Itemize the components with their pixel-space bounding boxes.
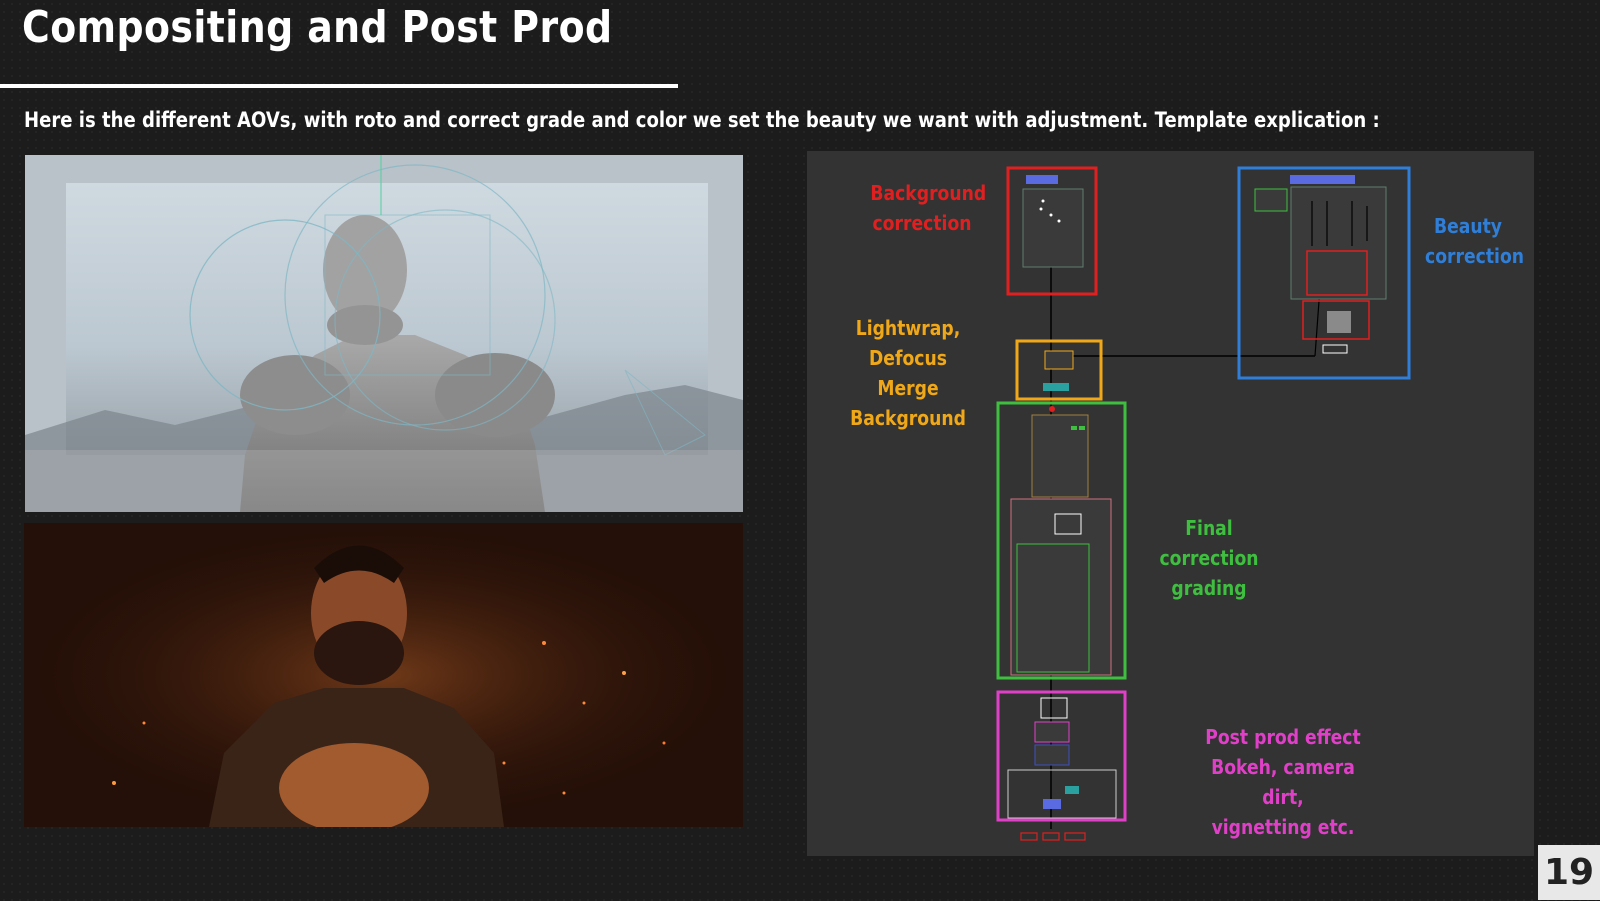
label-post-prod-effect: Post prod effect Bokeh, camera dirt, vig…	[1205, 725, 1361, 839]
page-number: 19	[1538, 845, 1600, 900]
title-underline	[0, 84, 678, 88]
background-correction-group	[1006, 166, 1098, 296]
clay-render-image	[25, 155, 743, 512]
label-lightwrap-defocus: Lightwrap, Defocus Merge Background	[850, 316, 966, 430]
final-beauty-render-image	[24, 523, 743, 827]
beauty-correction-group	[1237, 166, 1411, 380]
slide-subtitle: Here is the different AOVs, with roto an…	[24, 108, 1380, 132]
label-final-correction: Final correction grading	[1159, 516, 1259, 600]
lightwrap-defocus-group	[1015, 339, 1103, 401]
label-beauty-correction: Beauty correction	[1425, 214, 1525, 268]
post-prod-group	[996, 690, 1127, 822]
final-correction-group	[996, 401, 1127, 680]
label-background-correction: Background correction	[870, 181, 987, 235]
slide-title: Compositing and Post Prod	[22, 2, 613, 53]
